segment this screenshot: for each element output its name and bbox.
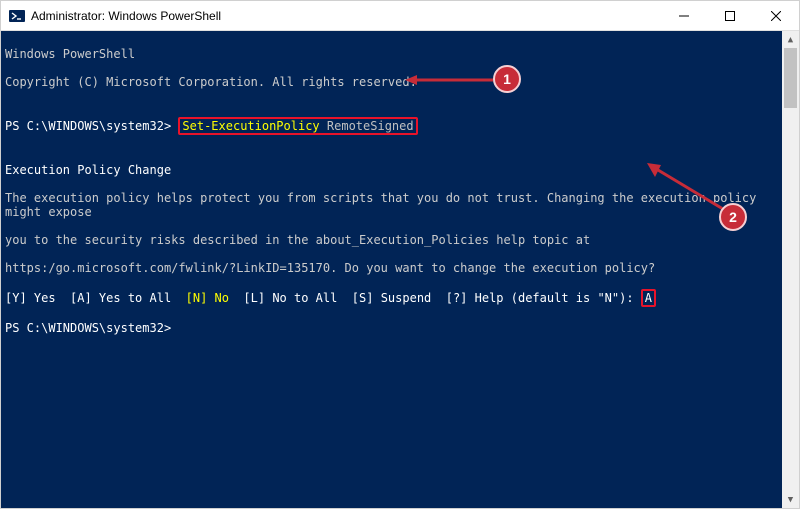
terminal-line: Copyright (C) Microsoft Corporation. All… <box>5 75 765 89</box>
prompt-text: PS C:\WINDOWS\system32> <box>5 119 178 133</box>
terminal-prompt-line: PS C:\WINDOWS\system32> Set-ExecutionPol… <box>5 117 765 135</box>
annotation-badge-2: 2 <box>719 203 747 231</box>
scroll-down-icon[interactable]: ▼ <box>782 491 799 508</box>
terminal-line: Windows PowerShell <box>5 47 765 61</box>
vertical-scrollbar[interactable]: ▲ ▼ <box>782 31 799 508</box>
terminal-line: you to the security risks described in t… <box>5 233 765 247</box>
terminal-prompt-line: PS C:\WINDOWS\system32> <box>5 321 765 335</box>
terminal-line: https:/go.microsoft.com/fwlink/?LinkID=1… <box>5 261 765 275</box>
terminal-options-line: [Y] Yes [A] Yes to All [N] No [L] No to … <box>5 289 765 307</box>
scroll-up-icon[interactable]: ▲ <box>782 31 799 48</box>
titlebar: Administrator: Windows PowerShell <box>1 1 799 31</box>
command-yellow: Set-ExecutionPolicy <box>182 119 319 133</box>
window-title: Administrator: Windows PowerShell <box>31 9 221 23</box>
annotation-badge-1: 1 <box>493 65 521 93</box>
powershell-icon <box>9 8 25 24</box>
maximize-button[interactable] <box>707 1 753 31</box>
terminal-line: The execution policy helps protect you f… <box>5 191 765 219</box>
options-default-n: [N] No <box>186 291 229 305</box>
minimize-button[interactable] <box>661 1 707 31</box>
options-post: [L] No to All [S] Suspend [?] Help (defa… <box>229 291 641 305</box>
close-button[interactable] <box>753 1 799 31</box>
user-input-a: A <box>645 291 652 305</box>
scrollbar-track[interactable] <box>782 48 799 491</box>
options-pre: [Y] Yes [A] Yes to All <box>5 291 186 305</box>
terminal-area[interactable]: Windows PowerShell Copyright (C) Microso… <box>1 31 799 508</box>
scrollbar-thumb[interactable] <box>784 48 797 108</box>
terminal-section-title: Execution Policy Change <box>5 163 765 177</box>
command-arg: RemoteSigned <box>320 119 414 133</box>
annotation-highlight-1: Set-ExecutionPolicy RemoteSigned <box>178 117 417 135</box>
annotation-highlight-2: A <box>641 289 656 307</box>
